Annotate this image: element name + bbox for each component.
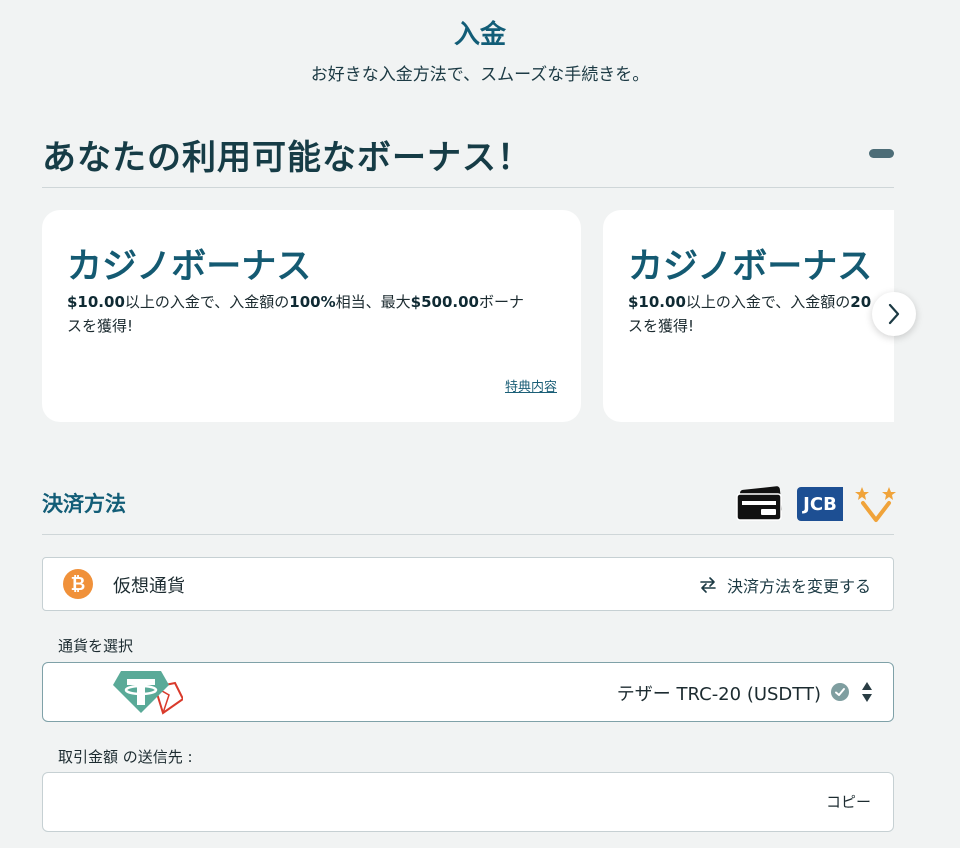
divider	[42, 187, 894, 188]
address-field[interactable]: コピー	[42, 772, 894, 832]
card-icon	[736, 486, 782, 521]
payment-section-title: 決済方法	[42, 492, 126, 516]
payment-method-label: 仮想通貨	[113, 576, 185, 597]
check-circle-icon	[831, 683, 849, 701]
change-method-button[interactable]: 決済方法を変更する	[699, 573, 871, 597]
bonus-card-title: カジノボーナス	[628, 247, 873, 287]
copy-button[interactable]: コピー	[826, 791, 871, 812]
currency-value: テザー TRC-20 (USDTT)	[616, 684, 821, 705]
jcb-logo: JCB	[797, 487, 843, 521]
currency-select[interactable]: テザー TRC-20 (USDTT)	[42, 662, 894, 722]
page-title: 入金	[453, 20, 506, 50]
currency-select-label: 通貨を選択	[58, 637, 134, 655]
address-label: 取引金額 の送信先 :	[58, 748, 193, 766]
star-v-logo	[855, 487, 896, 522]
chevron-right-icon	[888, 303, 900, 325]
bonus-heading: あなたの利用可能なボーナス！	[42, 138, 532, 178]
bonus-carousel[interactable]: カジノボーナス $10.00以上の入金で、入金額の100%相当、最大$500.0…	[42, 210, 894, 422]
bonus-card[interactable]: カジノボーナス $10.00以上の入金で、入金額の20 スを獲得!	[603, 210, 894, 422]
divider	[42, 534, 894, 535]
tether-tron-logo	[113, 671, 183, 715]
sort-updown-icon	[862, 682, 872, 702]
change-method-label: 決済方法を変更する	[726, 577, 871, 596]
payment-method-box[interactable]: ₿ 仮想通貨 決済方法を変更する	[42, 557, 894, 611]
swap-arrows-icon	[700, 577, 716, 593]
carousel-next-button[interactable]	[872, 292, 916, 336]
bonus-card-description: $10.00以上の入金で、入金額の100%相当、最大$500.00ボーナ スを獲得…	[67, 293, 524, 335]
bonus-details-link[interactable]: 特典内容	[505, 376, 557, 395]
bonus-card-title: カジノボーナス	[67, 247, 312, 287]
bonus-card[interactable]: カジノボーナス $10.00以上の入金で、入金額の100%相当、最大$500.0…	[42, 210, 581, 422]
collapse-button[interactable]	[869, 149, 894, 158]
bonus-card-description: $10.00以上の入金で、入金額の20 スを獲得!	[628, 293, 872, 335]
bitcoin-icon: ₿	[63, 569, 93, 599]
page-subtitle: お好きな入金方法で、スムーズな手続きを。	[310, 65, 650, 85]
